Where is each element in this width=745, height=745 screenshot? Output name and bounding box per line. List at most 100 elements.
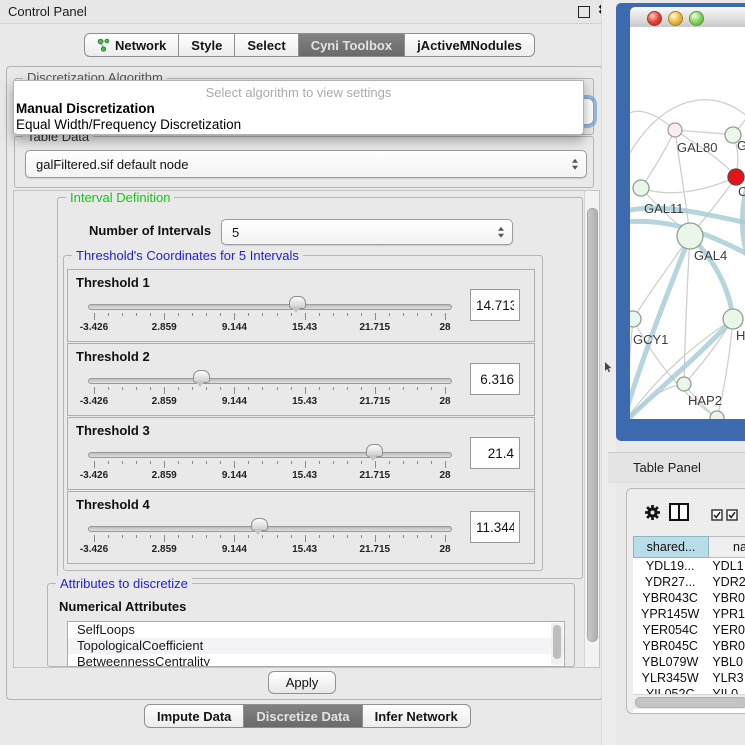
- threshold-2-value-input[interactable]: [470, 363, 520, 395]
- cell-name[interactable]: YER0: [707, 622, 745, 638]
- network-window-titlebar[interactable]: [630, 7, 745, 28]
- tab-style[interactable]: Style: [179, 33, 235, 57]
- threshold-1-slider[interactable]: -3.4262.8599.14415.4321.71528: [88, 296, 450, 334]
- node[interactable]: [710, 411, 724, 419]
- table-row[interactable]: YBR045CYBR0: [633, 638, 745, 654]
- tab-impute-data[interactable]: Impute Data: [144, 704, 244, 728]
- threshold-4-slider[interactable]: -3.4262.8599.14415.4321.71528: [88, 518, 450, 556]
- slider-thumb[interactable]: [251, 518, 268, 531]
- network-canvas[interactable]: GAL80GACGAL11GAL4GCY1HHAP2: [630, 27, 745, 419]
- cell-shared-name[interactable]: YIL052C: [633, 686, 707, 694]
- select-all-checkbox-icon[interactable]: [726, 509, 738, 524]
- dropdown-option-equal-width[interactable]: Equal Width/Frequency Discretization: [14, 117, 583, 133]
- column-header-shared-name[interactable]: shared...: [633, 536, 709, 558]
- tab-jactivemnodules[interactable]: jActiveMNodules: [405, 33, 535, 57]
- cell-name[interactable]: YBL0: [707, 654, 745, 670]
- table-header-row: shared... na: [633, 536, 745, 558]
- horizontal-scrollbar[interactable]: [633, 694, 745, 709]
- cell-shared-name[interactable]: YPR145W: [633, 606, 707, 622]
- num-intervals-select[interactable]: 5: [221, 219, 513, 245]
- threshold-4-value-input[interactable]: [470, 511, 520, 543]
- table-row[interactable]: YBL079WYBL0: [633, 654, 745, 670]
- select-all-checkbox-icon[interactable]: [711, 509, 723, 524]
- threshold-3-slider[interactable]: -3.4262.8599.14415.4321.71528: [88, 444, 450, 482]
- red-node[interactable]: [728, 169, 744, 185]
- network-edge[interactable]: [675, 130, 733, 135]
- table-rows: YDL19...YDL1YDR27...YDR2YBR043CYBR0YPR14…: [633, 558, 745, 694]
- list-item[interactable]: BetweennessCentrality: [68, 654, 564, 667]
- list-item[interactable]: SelfLoops: [68, 622, 564, 638]
- cell-shared-name[interactable]: YBL079W: [633, 654, 707, 670]
- horizontal-scrollbar-thumb[interactable]: [635, 697, 745, 708]
- cell-name[interactable]: YPR1: [707, 606, 745, 622]
- list-scrollbar[interactable]: [551, 623, 563, 665]
- table-row[interactable]: YDL19...YDL1: [633, 558, 745, 574]
- table-row[interactable]: YIL052CYIL0: [633, 686, 745, 694]
- slider-track: [88, 526, 452, 532]
- table-data-group: Table Data galFiltered.sif default node: [14, 136, 594, 188]
- vertical-scrollbar[interactable]: [584, 191, 599, 667]
- node-label: GAL80: [677, 140, 717, 155]
- node-label: GA: [737, 138, 745, 153]
- tab-select[interactable]: Select: [235, 33, 298, 57]
- threshold-2-slider[interactable]: -3.4262.8599.14415.4321.71528: [88, 370, 450, 408]
- numerical-attributes-list[interactable]: SelfLoopsTopologicalCoefficientBetweenne…: [67, 621, 565, 667]
- minimize-traffic-light-icon[interactable]: [668, 11, 683, 26]
- apply-button[interactable]: Apply: [268, 671, 336, 694]
- cell-name[interactable]: YDR2: [707, 574, 745, 590]
- table-row[interactable]: YLR345WYLR3: [633, 670, 745, 686]
- split-columns-icon[interactable]: [669, 503, 689, 521]
- dropdown-placeholder: Select algorithm to view settings: [14, 84, 583, 101]
- tab-infer-network[interactable]: Infer Network: [363, 704, 471, 728]
- table-toolbar: [627, 489, 745, 533]
- cell-name[interactable]: YIL0: [707, 686, 745, 694]
- cell-name[interactable]: YLR3: [707, 670, 745, 686]
- cell-shared-name[interactable]: YLR345W: [633, 670, 707, 686]
- column-header-name[interactable]: na: [709, 536, 745, 558]
- GAL80-node[interactable]: [668, 123, 682, 137]
- tab-network[interactable]: Network: [84, 33, 179, 57]
- HAP2-node[interactable]: [677, 377, 691, 391]
- cell-name[interactable]: YBR0: [707, 638, 745, 654]
- node[interactable]: [723, 309, 743, 329]
- GAL11-node[interactable]: [633, 180, 649, 196]
- panel-title: Control Panel: [8, 4, 87, 19]
- table-row[interactable]: YPR145WYPR1: [633, 606, 745, 622]
- cell-name[interactable]: YDL1: [707, 558, 745, 574]
- table-row[interactable]: YDR27...YDR2: [633, 574, 745, 590]
- slider-thumb[interactable]: [193, 370, 210, 383]
- threshold-1-value-input[interactable]: [470, 289, 520, 321]
- GAL4-node[interactable]: [677, 223, 703, 249]
- slider-thumb[interactable]: [289, 296, 306, 309]
- list-item[interactable]: TopologicalCoefficient: [68, 638, 564, 654]
- zoom-traffic-light-icon[interactable]: [689, 11, 704, 26]
- tab-discretize-data[interactable]: Discretize Data: [244, 704, 362, 728]
- cell-shared-name[interactable]: YBR045C: [633, 638, 707, 654]
- split-pane-divider[interactable]: [601, 0, 617, 745]
- slider-ticks: [94, 313, 445, 321]
- network-edge[interactable]: [641, 130, 675, 188]
- settings-gear-icon[interactable]: [644, 504, 661, 524]
- cell-shared-name[interactable]: YBR043C: [633, 590, 707, 606]
- list-scrollbar-thumb[interactable]: [553, 625, 561, 659]
- table-data-select[interactable]: galFiltered.sif default node: [25, 150, 587, 178]
- GCY1-node[interactable]: [630, 311, 641, 327]
- node-label: H: [736, 328, 745, 343]
- cell-shared-name[interactable]: YER054C: [633, 622, 707, 638]
- cell-shared-name[interactable]: YDR27...: [633, 574, 707, 590]
- group-title: Interval Definition: [66, 190, 174, 205]
- table-row[interactable]: YBR043CYBR0: [633, 590, 745, 606]
- tab-cyni-toolbox[interactable]: Cyni Toolbox: [299, 33, 405, 57]
- table-panel-titlebar: Table Panel: [608, 452, 745, 483]
- close-traffic-light-icon[interactable]: [647, 11, 662, 26]
- cell-name[interactable]: YBR0: [707, 590, 745, 606]
- threshold-3-value-input[interactable]: [470, 437, 520, 469]
- float-window-icon[interactable]: [578, 6, 590, 18]
- cell-shared-name[interactable]: YDL19...: [633, 558, 707, 574]
- network-edge[interactable]: [641, 177, 736, 193]
- tab-label: Discretize Data: [256, 709, 349, 724]
- table-row[interactable]: YER054CYER0: [633, 622, 745, 638]
- dropdown-option-manual[interactable]: Manual Discretization: [14, 101, 583, 117]
- slider-thumb[interactable]: [366, 444, 383, 457]
- vertical-scrollbar-thumb[interactable]: [587, 208, 598, 642]
